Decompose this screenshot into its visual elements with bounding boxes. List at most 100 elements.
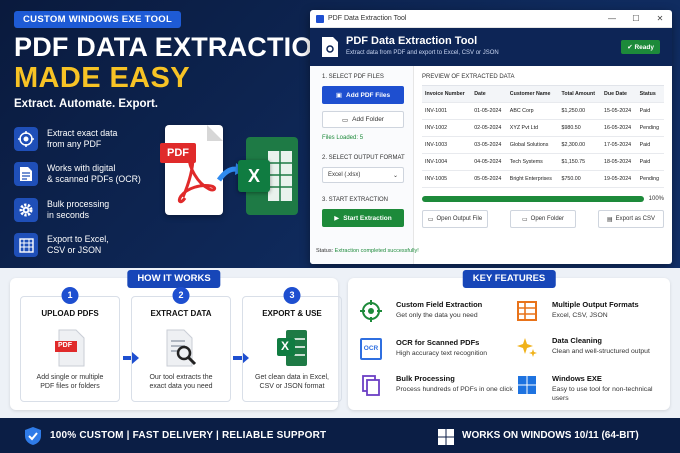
window-title: PDF Data Extraction Tool [328,15,407,22]
maximize-icon[interactable]: ☐ [624,14,648,23]
documents-icon [362,375,380,396]
feature-line: Bulk processing [47,198,110,209]
table-row[interactable]: INV-1003 03-05-2024 Global Solutions $2,300… [422,136,664,154]
feature-line: in seconds [47,209,90,220]
table-row[interactable]: INV-1004 04-05-2024 Tech Systems $1,150.75 1… [422,153,664,171]
table-row[interactable]: INV-1001 01-05-2024 ABC Corp $1,250.00 15-05… [422,102,664,120]
table-cell: 16-05-2024 [601,119,637,137]
step-number: 1 [61,287,79,304]
table-header-row: Invoice Number Date Customer Name Total … [422,85,664,103]
export-csv-label: Export as CSV [615,216,656,222]
key-features-panel: KEY FEATURES Custom Field Extraction Get… [348,270,670,410]
table-cell: INV-1005 [422,170,472,188]
table-cell: Pending [636,170,664,188]
shield-check-icon [25,427,41,445]
feature-title: Multiple Output Formats [552,300,639,309]
grid-icon [517,301,537,321]
feature-title: Custom Field Extraction [396,300,483,309]
hero-feature: Bulk processing in seconds [14,196,164,223]
export-icon: ▤ [606,216,613,223]
hero-banner: CUSTOM WINDOWS EXE TOOL PDF DATA EXTRACT… [0,0,680,268]
headline-accent: MADE EASY [14,62,191,94]
column-header: Customer Name [506,85,559,103]
open-output-file-button[interactable]: ▭ Open Output File [422,210,488,228]
table-cell: ABC Corp [506,102,559,120]
hero-feature: Works with digital & scanned PDFs (OCR) [14,161,164,188]
table-cell: 15-05-2024 [601,102,637,120]
table-cell: 03-05-2024 [471,136,507,154]
feature-title: OCR for Scanned PDFs [396,338,480,347]
minimize-icon[interactable]: — [600,14,624,23]
excel-label: X [238,160,270,192]
pdf-label: PDF [160,143,196,163]
gear-icon [14,197,38,222]
how-it-works-title: HOW IT WORKS [127,270,221,288]
app-window: PDF Data Extraction Tool — ☐ ✕ PDF Data … [310,10,672,264]
table-cell: INV-1004 [422,153,472,171]
table-cell: $750.00 [558,170,602,188]
feature-line: Export to Excel, [47,234,109,244]
step1-label: 1. SELECT PDF FILES [322,74,384,80]
table-cell: 04-05-2024 [471,153,507,171]
open-folder-label: Open Folder [530,216,565,222]
table-cell: $980.50 [558,119,602,137]
table-cell: Global Solutions [506,136,559,154]
feature-line: from any PDF [47,138,102,149]
step-desc: Add single or multiple [36,374,104,381]
open-folder-button[interactable]: ▭ Open Folder [510,210,576,228]
step2-label: 2. SELECT OUTPUT FORMAT [322,155,405,161]
feature-title: Bulk Processing [396,374,455,383]
status-line: Status: Extraction completed successfull… [316,248,419,254]
folder-icon: ▭ [342,116,349,124]
ready-badge: ✔ Ready [621,40,660,54]
chevron-down-icon: ⌄ [392,172,398,179]
footer-compatibility: WORKS ON WINDOWS 10/11 (64-BIT) [462,430,639,441]
table-cell: 05-05-2024 [471,170,507,188]
how-it-works-panel: HOW IT WORKS 1 UPLOAD PDFS PDF Add singl… [10,270,342,410]
column-header: Date [471,85,507,103]
step-title: EXTRACT DATA [150,309,212,318]
headline: PDF DATA EXTRACTION [14,32,333,62]
feature-line: & scanned PDFs (OCR) [47,174,141,184]
table-cell: Paid [636,153,664,171]
preview-table: Invoice Number Date Customer Name Total … [422,85,664,188]
hero-feature: Extract exact data from any PDF [14,125,164,152]
excel-icon: X [276,329,308,372]
pdf-label: PDF [58,342,72,349]
step-desc: Our tool extracts the [149,374,213,381]
title-bar: PDF Data Extraction Tool — ☐ ✕ [310,10,672,28]
table-cell: 02-05-2024 [471,119,507,137]
add-folder-button[interactable]: ▭ Add Folder [322,111,404,128]
header-subtitle: Extract data from PDF and export to Exce… [346,50,499,56]
close-icon[interactable]: ✕ [648,14,672,23]
table-cell: 01-05-2024 [471,102,507,120]
preview-pane: PREVIEW OF EXTRACTED DATA Invoice Number… [422,74,664,228]
table-cell: Paid [636,136,664,154]
start-extraction-button[interactable]: ▶ Start Extraction [322,209,404,227]
app-header: PDF Data Extraction Tool Extract data fr… [310,28,672,66]
tagline: Extract. Automate. Export. [14,98,158,110]
ocr-icon: OCR [360,338,382,360]
table-cell: INV-1001 [422,102,472,120]
export-csv-button[interactable]: ▤ Export as CSV [598,210,664,228]
document-icon [14,162,38,186]
app-icon [316,14,324,23]
feature-desc: Get only the data you need [396,312,478,319]
step3-label: 3. START EXTRACTION [322,197,389,203]
feature-desc: High accuracy text recognition [396,350,488,357]
add-pdf-files-button[interactable]: ▣ Add PDF Files [322,86,404,104]
search-document-icon [164,329,198,372]
controls-pane: 1. SELECT PDF FILES ▣ Add PDF Files ▭ Add … [310,66,419,264]
table-row[interactable]: INV-1005 05-05-2024 Bright Enterprises $750… [422,170,664,188]
feature-title: Windows EXE [552,374,602,383]
table-cell: Pending [636,119,664,137]
step-desc: CSV or JSON format [259,383,325,390]
feature-desc: Clean and well-structured output [552,348,650,355]
spreadsheet-icon [14,233,38,257]
progress: 100% [422,196,664,202]
table-row[interactable]: INV-1002 02-05-2024 XYZ Pvt Ltd $980.50 16-0… [422,119,664,137]
step-title: EXPORT & USE [262,309,322,318]
step-number: 2 [172,287,190,304]
preview-title: PREVIEW OF EXTRACTED DATA [422,74,515,80]
output-format-select[interactable]: Excel (.xlsx) ⌄ [322,167,404,183]
